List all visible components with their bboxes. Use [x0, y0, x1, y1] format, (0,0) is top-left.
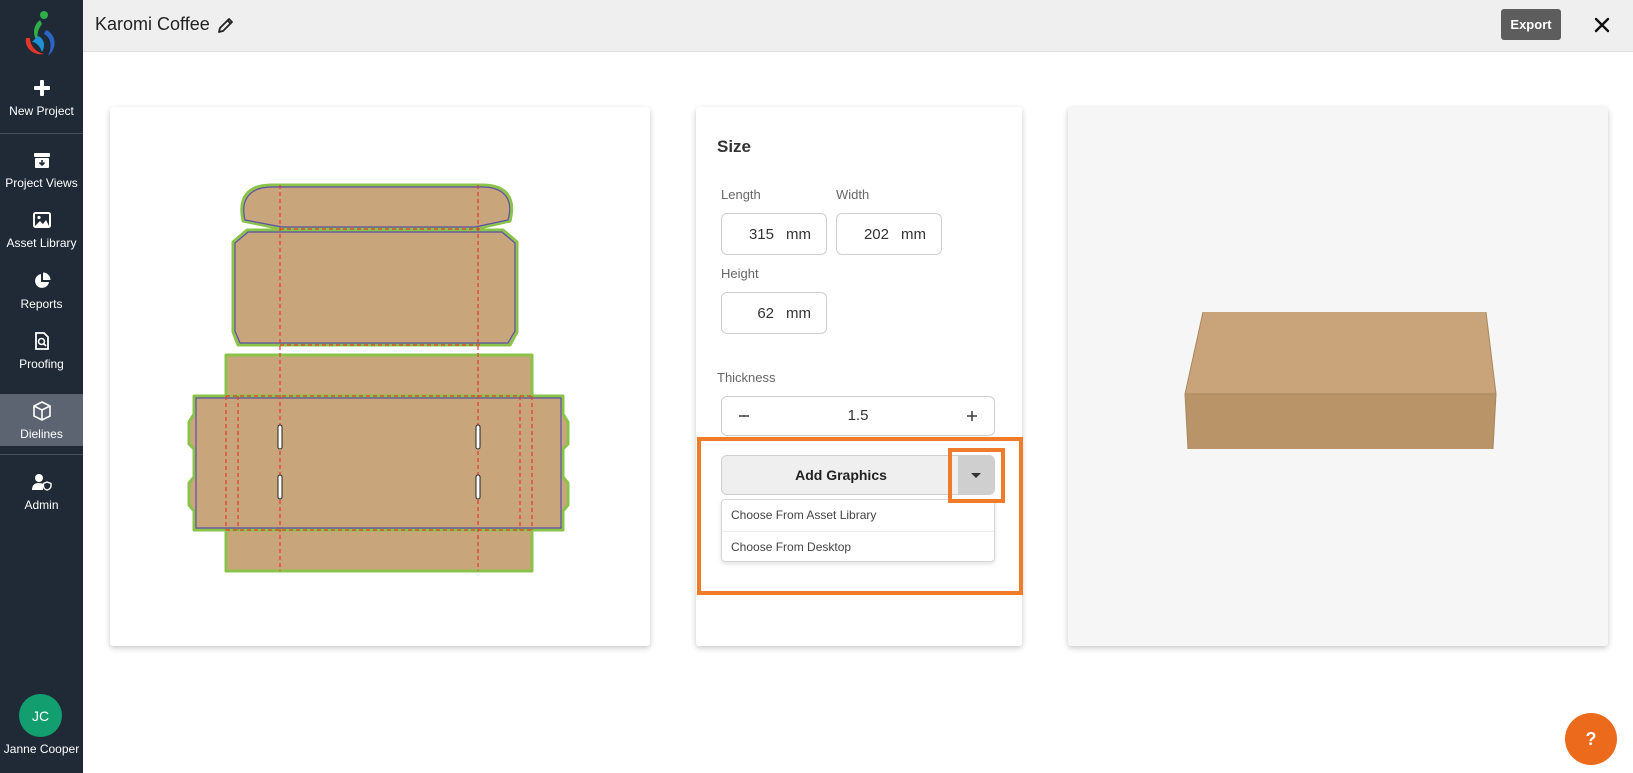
- thickness-stepper: 1.5: [721, 396, 995, 436]
- archive-icon: [32, 150, 52, 170]
- add-graphics-split-button: Add Graphics: [721, 455, 995, 495]
- sidebar-item-label: Asset Library: [6, 236, 77, 250]
- sidebar-item-project-views[interactable]: Project Views: [0, 150, 83, 190]
- avatar[interactable]: JC: [19, 694, 62, 737]
- close-icon[interactable]: [1591, 14, 1613, 36]
- length-value: 315: [748, 225, 774, 243]
- plus-icon: [967, 411, 977, 421]
- width-value: 202: [863, 225, 889, 243]
- thickness-value[interactable]: 1.5: [772, 407, 944, 424]
- sidebar-item-dielines[interactable]: Dielines: [0, 394, 83, 446]
- width-field[interactable]: 202 mm: [836, 213, 942, 255]
- height-label: Height: [721, 266, 759, 281]
- sidebar: New Project Project Views Asset Library …: [0, 0, 83, 773]
- document-search-icon: [32, 331, 52, 351]
- box-3d-preview[interactable]: [1068, 107, 1608, 646]
- height-unit: mm: [786, 304, 811, 322]
- top-header: Karomi Coffee Export: [83, 0, 1633, 52]
- help-button[interactable]: ?: [1565, 713, 1617, 765]
- increment-button[interactable]: [950, 397, 994, 435]
- sidebar-item-asset-library[interactable]: Asset Library: [0, 210, 83, 250]
- size-title: Size: [717, 137, 752, 156]
- sidebar-item-label: Proofing: [19, 357, 64, 371]
- dieline-drawing[interactable]: [110, 107, 650, 646]
- sidebar-item-label: New Project: [9, 104, 74, 118]
- user-shield-icon: [31, 472, 52, 492]
- sidebar-item-label: Admin: [24, 498, 59, 512]
- dieline-card: [110, 107, 650, 646]
- sidebar-divider: [0, 133, 83, 134]
- add-graphics-button[interactable]: Add Graphics: [722, 456, 960, 494]
- add-graphics-menu: Choose From Asset Library Choose From De…: [721, 499, 995, 562]
- export-button[interactable]: Export: [1501, 9, 1561, 40]
- width-unit: mm: [901, 225, 926, 243]
- height-value: 62: [757, 304, 774, 322]
- user-name: Janne Cooper: [3, 742, 80, 756]
- plus-icon: [32, 78, 52, 98]
- sidebar-item-label: Project Views: [5, 176, 78, 190]
- pencil-icon[interactable]: [216, 15, 236, 35]
- menu-item-desktop[interactable]: Choose From Desktop: [722, 531, 994, 562]
- app-logo-icon[interactable]: [18, 8, 64, 60]
- sidebar-item-label: Dielines: [20, 427, 63, 441]
- length-unit: mm: [786, 225, 811, 243]
- add-graphics-dropdown-toggle[interactable]: [958, 456, 994, 494]
- sidebar-divider: [0, 454, 83, 455]
- minus-icon: [739, 415, 749, 417]
- box-preview-card: [1068, 107, 1608, 646]
- menu-item-asset-library[interactable]: Choose From Asset Library: [722, 500, 994, 531]
- caret-down-icon: [971, 472, 981, 478]
- sidebar-item-admin[interactable]: Admin: [0, 472, 83, 512]
- box-icon: [32, 401, 52, 421]
- sidebar-item-proofing[interactable]: Proofing: [0, 331, 83, 371]
- sidebar-item-label: Reports: [20, 297, 63, 311]
- height-field[interactable]: 62 mm: [721, 292, 827, 334]
- size-panel: Size Length 315 mm Width 202 mm Height 6…: [696, 107, 1022, 646]
- project-title: Karomi Coffee: [95, 14, 210, 34]
- decrement-button[interactable]: [722, 397, 766, 435]
- sidebar-item-new-project[interactable]: New Project: [0, 78, 83, 118]
- sidebar-item-reports[interactable]: Reports: [0, 271, 83, 311]
- pie-chart-icon: [32, 271, 52, 291]
- thickness-label: Thickness: [717, 370, 776, 385]
- length-field[interactable]: 315 mm: [721, 213, 827, 255]
- image-icon: [32, 210, 52, 230]
- width-label: Width: [836, 187, 870, 202]
- length-label: Length: [721, 187, 761, 202]
